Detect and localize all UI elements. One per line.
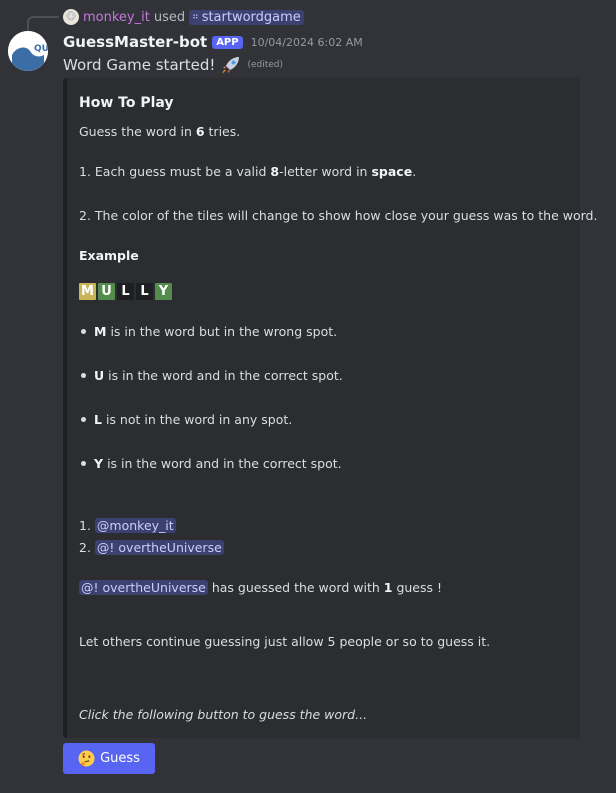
command-pill[interactable]: ⠶ startwordgame: [189, 9, 304, 25]
leaderboard-row: 1. @monkey_it: [79, 518, 176, 533]
tile-l2: L: [136, 283, 153, 300]
winner-mention[interactable]: @! overtheUniverse: [79, 580, 208, 595]
reply-connector: [27, 16, 59, 32]
user-mention[interactable]: @! overtheUniverse: [94, 540, 224, 555]
bullet-text: is in the word but in the wrong spot.: [110, 324, 338, 339]
message-content: Word Game started! (edited): [63, 54, 283, 76]
letter-count: 8: [270, 164, 280, 179]
leaderboard-row: 2. @! overtheUniverse: [79, 540, 224, 555]
embed-footer: Click the following button to guess the …: [79, 707, 368, 722]
guess-button-label: Guess: [100, 751, 140, 766]
bullet-item: Mis in the word but in the wrong spot.: [79, 324, 337, 339]
bullet-item: Yis in the word and in the correct spot.: [79, 456, 342, 471]
intro-line: Guess the word in 6 tries.: [79, 124, 240, 139]
app-tag: APP: [212, 35, 243, 49]
intro-pre: Guess the word in: [79, 124, 196, 139]
example-title: Example: [79, 248, 139, 263]
bullet-letter: M: [94, 324, 107, 339]
tile-u: U: [98, 283, 115, 300]
guess-button[interactable]: Guess: [63, 743, 155, 774]
note-line: Let others continue guessing just allow …: [79, 634, 491, 649]
avatar-text: QU: [34, 44, 48, 54]
rank: 1.: [79, 518, 91, 533]
bullet-dot: [81, 329, 86, 334]
bullet-text: is not in the word in any spot.: [105, 412, 293, 427]
tile-m: M: [79, 283, 96, 300]
bullet-item: Uis in the word and in the correct spot.: [79, 368, 343, 383]
game-embed: How To Play Guess the word in 6 tries. 1…: [63, 78, 597, 738]
bullet-letter: L: [94, 412, 102, 427]
bullet-dot: [81, 373, 86, 378]
reply-avatar[interactable]: 🐵: [63, 9, 79, 25]
winner-line: @! overtheUniverse has guessed the word …: [79, 580, 442, 595]
rule-1: 1. Each guess must be a valid 8-letter w…: [79, 164, 416, 179]
timestamp[interactable]: 10/04/2024 6:02 AM: [251, 36, 363, 49]
rank: 2.: [79, 540, 91, 555]
rule1-post: .: [412, 164, 417, 179]
slash-command-icon: ⠶: [192, 12, 199, 22]
rule1-mid: -letter word in: [279, 164, 372, 179]
command-name: startwordgame: [201, 9, 301, 25]
tile-l1: L: [117, 283, 134, 300]
winner-post: guess !: [392, 580, 442, 595]
message-text: Word Game started!: [63, 56, 216, 74]
embed-title: How To Play: [79, 95, 174, 111]
bullet-letter: Y: [94, 456, 104, 471]
example-tiles: M U L L Y: [79, 283, 174, 300]
rocket-icon: [220, 54, 242, 76]
edited-label: (edited): [247, 60, 284, 70]
rule-2: 2. The color of the tiles will change to…: [79, 208, 598, 223]
bullet-dot: [81, 461, 86, 466]
category: space: [371, 164, 413, 179]
bot-avatar[interactable]: QU: [8, 31, 48, 71]
bot-avatar-image: QU: [8, 31, 48, 71]
bot-name[interactable]: GuessMaster-bot: [63, 33, 207, 51]
bullet-text: is in the word and in the correct spot.: [108, 368, 343, 383]
thinking-face-icon: [78, 750, 95, 767]
reply-context[interactable]: 🐵 monkey_it used ⠶ startwordgame: [63, 9, 304, 25]
user-mention[interactable]: @monkey_it: [94, 518, 176, 533]
reply-username[interactable]: monkey_it: [83, 10, 150, 25]
reply-used-text: used: [153, 9, 186, 25]
rule1-pre: 1. Each guess must be a valid: [79, 164, 271, 179]
bullet-dot: [81, 417, 86, 422]
tile-y: Y: [155, 283, 172, 300]
winner-pre: has guessed the word with: [207, 580, 384, 595]
bullet-letter: U: [94, 368, 105, 383]
intro-post: tries.: [204, 124, 241, 139]
bullet-text: is in the word and in the correct spot.: [107, 456, 342, 471]
bullet-item: Lis not in the word in any spot.: [79, 412, 292, 427]
message-header: GuessMaster-bot APP 10/04/2024 6:02 AM: [63, 33, 363, 51]
tries-count: 6: [195, 124, 205, 139]
